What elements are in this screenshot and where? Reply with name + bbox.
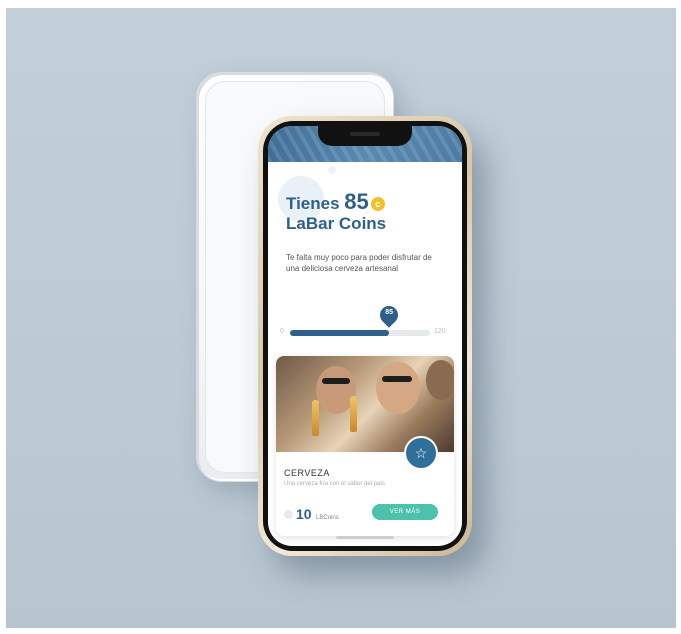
coins-value: 85 xyxy=(344,189,369,214)
page-title: Tienes 85 c LaBar Coins xyxy=(286,189,387,234)
product-title: CERVEZA xyxy=(284,468,330,478)
sunglasses-2 xyxy=(382,376,412,382)
home-indicator xyxy=(336,536,394,539)
progress-fill xyxy=(290,330,390,336)
ver-mas-button[interactable]: VER MÁS xyxy=(372,504,438,520)
title-prefix: Tienes xyxy=(286,194,340,213)
notch-speaker xyxy=(350,132,380,136)
price-amount: 10 xyxy=(296,506,312,522)
coin-icon: c xyxy=(370,197,385,211)
coin-small-icon xyxy=(284,510,293,519)
person-2 xyxy=(376,362,420,414)
sunglasses-1 xyxy=(322,378,350,384)
progress-current-label: 85 xyxy=(385,309,394,316)
beer-bottle-2 xyxy=(350,396,357,432)
product-card[interactable]: ☆ CERVEZA Una cerveza fría con el sabor … xyxy=(276,356,454,536)
product-description: Una cerveza fría con el sabor del país xyxy=(284,481,386,487)
phone-notch xyxy=(318,126,412,146)
progress-track xyxy=(290,330,430,336)
decor-circle-2 xyxy=(328,166,336,174)
phone-screen: Tienes 85 c LaBar Coins Te falta muy poco… xyxy=(268,126,462,546)
coins-progress: 0 120 85 xyxy=(278,302,452,346)
favorite-button[interactable]: ☆ xyxy=(404,436,438,470)
progress-min-label: 0 xyxy=(280,328,284,335)
progress-max-label: 120 xyxy=(434,328,446,335)
product-price: 10 LBCoins xyxy=(284,506,339,524)
star-icon: ☆ xyxy=(414,445,428,461)
person-3 xyxy=(426,360,454,400)
phone-device: Tienes 85 c LaBar Coins Te falta muy poco… xyxy=(258,116,472,556)
beer-bottle-1 xyxy=(312,400,319,436)
price-unit: LBCoins xyxy=(316,515,339,521)
progress-description: Te falta muy poco para poder disfrutar d… xyxy=(286,253,432,273)
title-suffix: LaBar Coins xyxy=(286,214,387,233)
